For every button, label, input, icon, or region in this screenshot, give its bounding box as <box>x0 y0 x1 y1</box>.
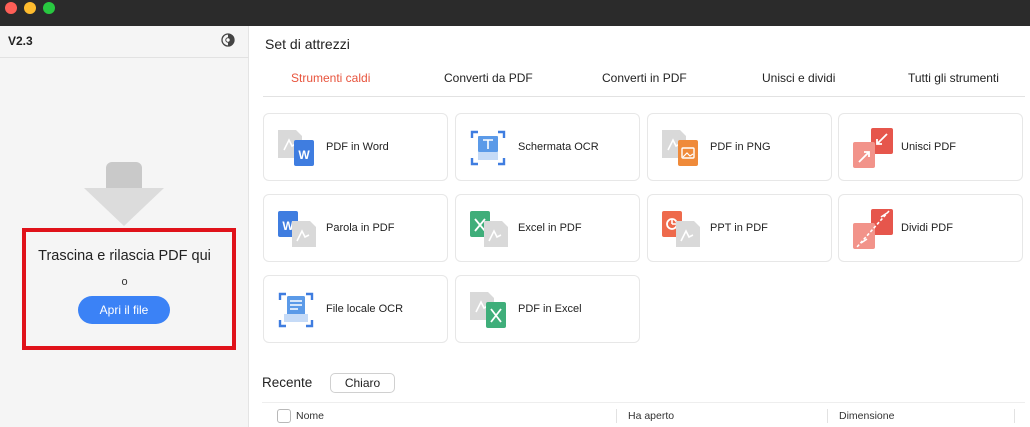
drop-zone-highlight <box>22 228 236 350</box>
tool-label: PPT in PDF <box>710 222 768 234</box>
ppt-to-pdf-icon <box>662 211 700 247</box>
column-separator <box>827 409 828 423</box>
select-all-checkbox[interactable] <box>277 409 291 423</box>
drop-zone-text: Trascina e rilascia PDF qui <box>38 248 211 264</box>
tool-label: PDF in Excel <box>518 303 582 315</box>
tool-card-merge-pdf[interactable]: Unisci PDF <box>838 113 1023 181</box>
svg-text:W: W <box>298 148 310 162</box>
tab-merge-split[interactable]: Unisci e dividi <box>762 71 835 85</box>
clear-recent-button[interactable]: Chiaro <box>330 373 395 393</box>
column-separator <box>616 409 617 423</box>
page-title: Set di attrezzi <box>265 36 350 52</box>
column-header-size[interactable]: Dimensione <box>839 410 894 422</box>
tool-label: Parola in PDF <box>326 222 395 234</box>
word-to-pdf-icon: W <box>278 211 316 247</box>
open-file-button[interactable]: Apri il file <box>78 296 170 324</box>
merge-pdf-icon <box>853 128 893 168</box>
minimize-window-button[interactable] <box>24 2 36 14</box>
tool-card-pdf-to-png[interactable]: PDF in PNG <box>647 113 832 181</box>
tool-label: PDF in Word <box>326 141 389 153</box>
screen-ocr-icon <box>470 130 506 166</box>
sidebar-divider <box>0 57 249 58</box>
window-titlebar <box>0 0 1030 26</box>
tab-all-tools[interactable]: Tutti gli strumenti <box>908 71 999 85</box>
excel-to-pdf-icon <box>470 211 508 247</box>
pdf-to-excel-icon <box>470 292 506 328</box>
tool-label: Excel in PDF <box>518 222 582 234</box>
tool-card-word-to-pdf[interactable]: W Parola in PDF <box>263 194 448 262</box>
tab-convert-to-pdf[interactable]: Converti in PDF <box>602 71 687 85</box>
theme-toggle-icon[interactable] <box>220 32 236 48</box>
tool-card-screen-ocr[interactable]: Schermata OCR <box>455 113 640 181</box>
column-separator <box>1014 409 1015 423</box>
pdf-to-word-icon: W <box>278 130 314 166</box>
tool-card-local-file-ocr[interactable]: File locale OCR <box>263 275 448 343</box>
tool-card-pdf-to-excel[interactable]: PDF in Excel <box>455 275 640 343</box>
local-file-ocr-icon <box>278 292 314 328</box>
tool-label: Schermata OCR <box>518 141 599 153</box>
tool-label: Unisci PDF <box>901 141 957 153</box>
column-header-name[interactable]: Nome <box>296 410 324 422</box>
pdf-to-png-icon <box>662 130 698 166</box>
tool-card-excel-to-pdf[interactable]: Excel in PDF <box>455 194 640 262</box>
recent-section-title: Recente <box>262 375 313 390</box>
or-separator: o <box>121 276 128 288</box>
version-label: V2.3 <box>8 34 33 48</box>
recent-table-header: Nome Ha aperto Dimensione <box>262 402 1025 427</box>
tool-label: PDF in PNG <box>710 141 771 153</box>
tool-card-ppt-to-pdf[interactable]: PPT in PDF <box>647 194 832 262</box>
tab-hot-tools[interactable]: Strumenti caldi <box>291 71 370 85</box>
tabs-divider <box>263 96 1025 97</box>
column-header-opened[interactable]: Ha aperto <box>628 410 674 422</box>
drop-arrow-icon <box>84 162 164 226</box>
tab-convert-from-pdf[interactable]: Converti da PDF <box>444 71 533 85</box>
sidebar: V2.3 Trascina e rilascia PDF qui o Apri … <box>0 26 249 427</box>
split-pdf-icon <box>853 209 893 249</box>
tool-label: Dividi PDF <box>901 222 953 234</box>
tool-card-split-pdf[interactable]: Dividi PDF <box>838 194 1023 262</box>
tool-card-pdf-to-word[interactable]: W PDF in Word <box>263 113 448 181</box>
zoom-window-button[interactable] <box>43 2 55 14</box>
tool-label: File locale OCR <box>326 303 404 315</box>
close-window-button[interactable] <box>5 2 17 14</box>
